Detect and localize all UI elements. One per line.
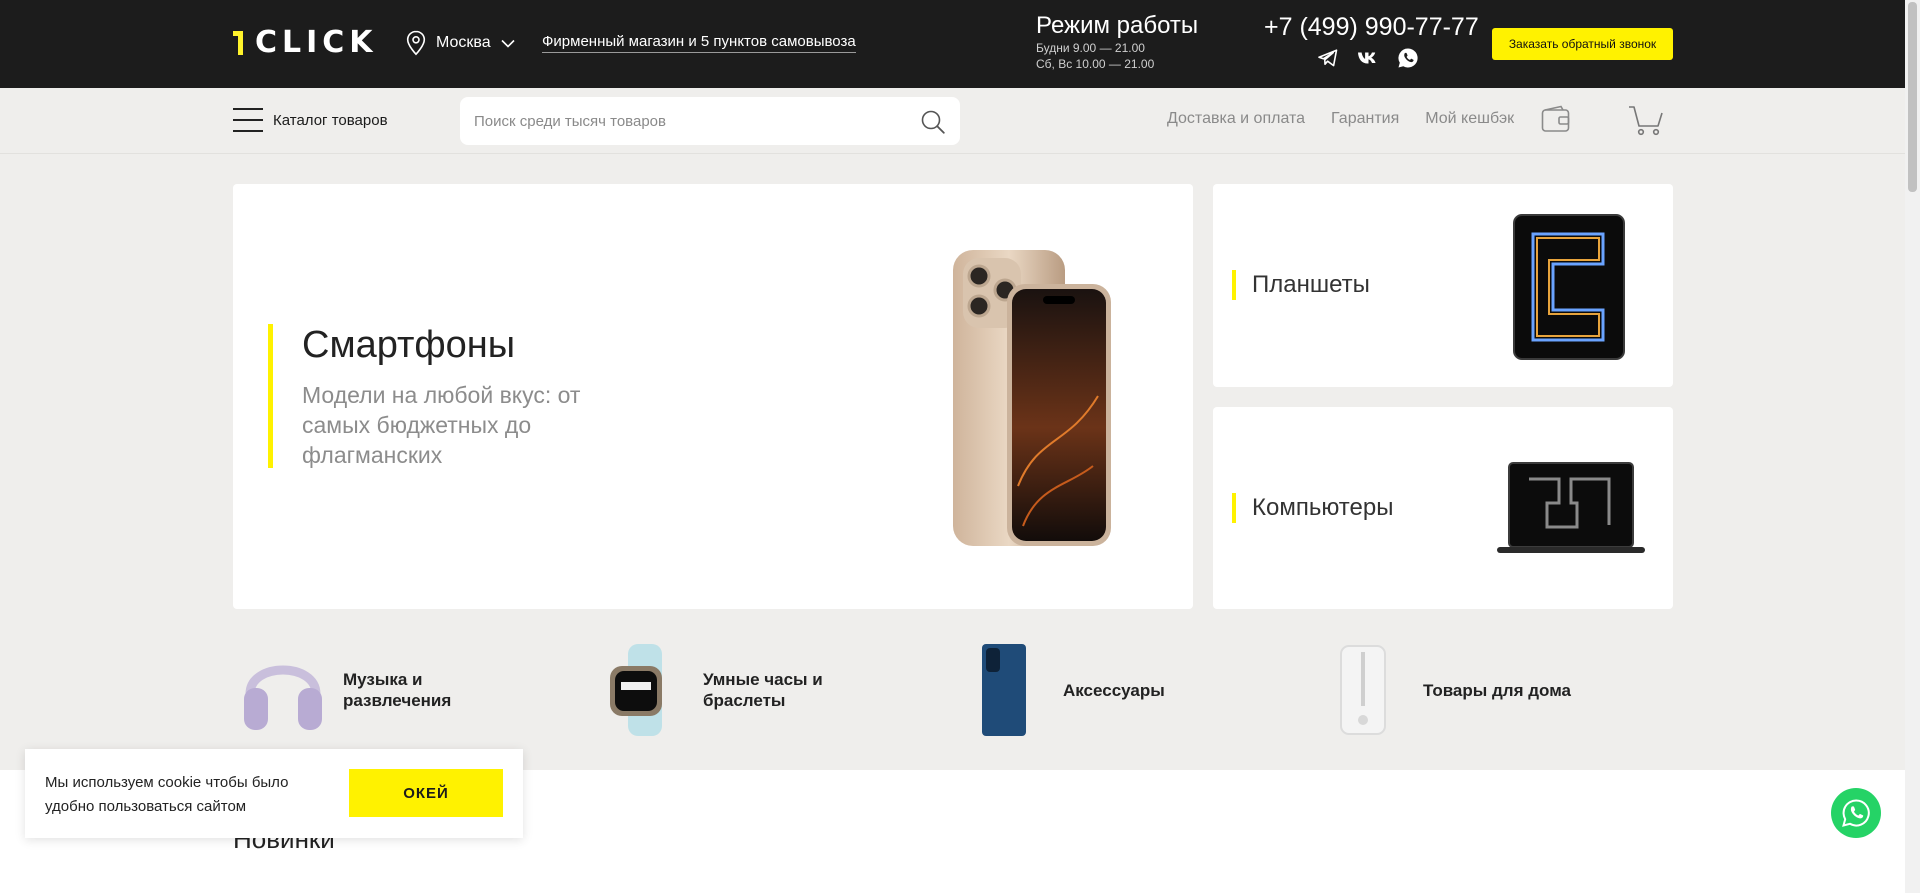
whatsapp-icon <box>1842 799 1870 827</box>
headphones-image <box>233 640 333 740</box>
whatsapp-icon[interactable] <box>1397 48 1419 68</box>
vk-icon[interactable] <box>1357 48 1379 68</box>
humidifier-image <box>1313 640 1413 740</box>
nav-links: Доставка и оплата Гарантия Мой кешбэк <box>1167 110 1514 128</box>
store-pickup-link[interactable]: Фирменный магазин и 5 пунктов самовывоза <box>542 33 856 53</box>
banner-subtitle: Модели на любой вкус: от самых бюджетных… <box>302 382 581 468</box>
search-box <box>460 97 960 145</box>
accent-bar <box>268 324 273 468</box>
catalog-label: Каталог товаров <box>273 111 388 129</box>
whatsapp-chat-button[interactable] <box>1831 788 1881 838</box>
hours-title: Режим работы <box>1036 12 1199 39</box>
cookie-text: Мы используем cookie чтобы было удобно п… <box>45 774 289 815</box>
nav-link-delivery[interactable]: Доставка и оплата <box>1167 110 1305 128</box>
top-header: CLICK Москва Фирменный магазин и 5 пункт… <box>0 0 1905 88</box>
logo-text: CLICK <box>255 25 378 60</box>
telegram-icon[interactable] <box>1317 48 1339 68</box>
menu-icon <box>233 108 263 132</box>
category-home[interactable]: Товары для дома <box>1313 640 1571 740</box>
phone-number[interactable]: +7 (499) 990-77-77 <box>1264 12 1479 42</box>
smartphones-banner[interactable]: Смартфоны Модели на любой вкус: от самых… <box>233 184 1193 609</box>
smartwatch-image <box>593 640 693 740</box>
smartphone-image <box>953 250 1111 546</box>
cart-icon[interactable] <box>1628 105 1666 137</box>
tablets-title: Планшеты <box>1252 271 1370 298</box>
city-selector[interactable]: Москва <box>406 30 515 56</box>
scrollbar-thumb[interactable] <box>1908 2 1917 192</box>
phone-case-image <box>953 640 1053 740</box>
vertical-scrollbar[interactable] <box>1905 0 1920 893</box>
working-hours: Режим работы Будни 9.00 — 21.00 Сб, Вс 1… <box>1036 12 1198 72</box>
callback-button[interactable]: Заказать обратный звонок <box>1492 28 1673 60</box>
nav-link-cashback[interactable]: Мой кешбэк <box>1425 110 1514 128</box>
logo[interactable]: CLICK <box>233 25 378 60</box>
search-icon[interactable] <box>920 109 946 135</box>
chevron-down-icon <box>501 39 515 48</box>
category-label: Товары для дома <box>1423 680 1571 700</box>
hours-weekend: Сб, Вс 10.00 — 21.00 <box>1036 57 1155 71</box>
accent-bar <box>1232 493 1236 523</box>
logo-mark <box>233 31 243 55</box>
tablet-image <box>1513 214 1625 360</box>
social-links <box>1317 48 1419 68</box>
wallet-icon[interactable] <box>1541 105 1571 133</box>
catalog-button[interactable]: Каталог товаров <box>233 108 388 132</box>
nav-link-warranty[interactable]: Гарантия <box>1331 110 1399 128</box>
tablets-banner[interactable]: Планшеты <box>1213 184 1673 387</box>
search-input[interactable] <box>474 109 894 133</box>
banner-title: Смартфоны <box>302 324 516 366</box>
category-label: Музыка и развлечения <box>343 670 452 710</box>
nav-bar: Каталог товаров Доставка и оплата Гарант… <box>0 88 1905 154</box>
hours-weekdays: Будни 9.00 — 21.00 <box>1036 41 1145 55</box>
location-pin-icon <box>406 30 426 56</box>
category-music[interactable]: Музыка и развлечения <box>233 640 483 740</box>
computers-title: Компьютеры <box>1252 494 1394 521</box>
cookie-banner: Мы используем cookie чтобы было удобно п… <box>25 749 523 838</box>
category-smartwatch[interactable]: Умные часы и браслеты <box>593 640 843 740</box>
computers-banner[interactable]: Компьютеры <box>1213 407 1673 609</box>
category-accessories[interactable]: Аксессуары <box>953 640 1165 740</box>
cookie-ok-button[interactable]: ОКЕЙ <box>349 769 503 817</box>
laptop-image <box>1497 462 1645 553</box>
category-label: Умные часы и браслеты <box>703 670 823 710</box>
accent-bar <box>1232 270 1236 300</box>
category-label: Аксессуары <box>1063 680 1165 700</box>
city-label: Москва <box>436 34 491 51</box>
